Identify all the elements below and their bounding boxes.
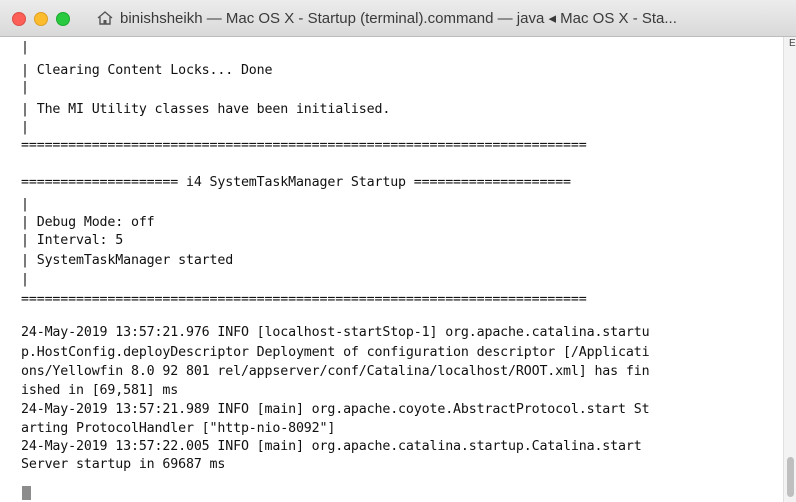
terminal-log-line: 24-May-2019 13:57:21.976 INFO [localhost… [21,325,650,340]
home-icon [96,9,114,27]
terminal-log-line: 24-May-2019 13:57:22.005 INFO [main] org… [21,439,642,454]
scrollbar-thumb[interactable] [787,457,794,497]
terminal-line: | [21,40,29,55]
zoom-button[interactable] [56,12,70,26]
terminal-window: binishsheikh — Mac OS X - Startup (termi… [0,0,796,502]
window-title-area: binishsheikh — Mac OS X - Startup (termi… [96,0,792,36]
terminal-line: | [21,197,29,212]
terminal-separator: ========================================… [21,138,587,153]
terminal-log-line: arting ProtocolHandler ["http-nio-8092"] [21,421,336,436]
terminal-output[interactable]: | | Clearing Content Locks... Done | | T… [0,37,782,502]
terminal-line: | SystemTaskManager started [21,253,234,268]
minimize-button[interactable] [34,12,48,26]
terminal-line: | [21,80,29,95]
terminal-line: | Debug Mode: off [21,215,155,230]
corner-label: E [789,38,796,49]
terminal-log-line: ons/Yellowfin 8.0 92 801 rel/appserver/c… [21,364,650,379]
terminal-log-line: p.HostConfig.deployDescriptor Deployment… [21,345,650,360]
close-button[interactable] [12,12,26,26]
terminal-log-line: Server startup in 69687 ms [21,457,226,472]
terminal-line: | Interval: 5 [21,233,124,248]
terminal-log-line: 24-May-2019 13:57:21.989 INFO [main] org… [21,402,650,417]
terminal-line: | Clearing Content Locks... Done [21,63,273,78]
terminal-log-line: ished in [69,581] ms [21,383,179,398]
terminal-separator: ========================================… [21,292,587,307]
traffic-lights [12,12,70,26]
title-bar[interactable]: binishsheikh — Mac OS X - Startup (termi… [0,0,796,37]
terminal-line: | The MI Utility classes have been initi… [21,102,391,117]
scrollbar[interactable] [783,37,796,502]
window-title: binishsheikh — Mac OS X - Startup (termi… [120,10,677,27]
terminal-cursor [22,486,31,500]
terminal-line: | [21,272,29,287]
terminal-line: | [21,120,29,135]
terminal-header: ==================== i4 SystemTaskManage… [21,175,571,190]
